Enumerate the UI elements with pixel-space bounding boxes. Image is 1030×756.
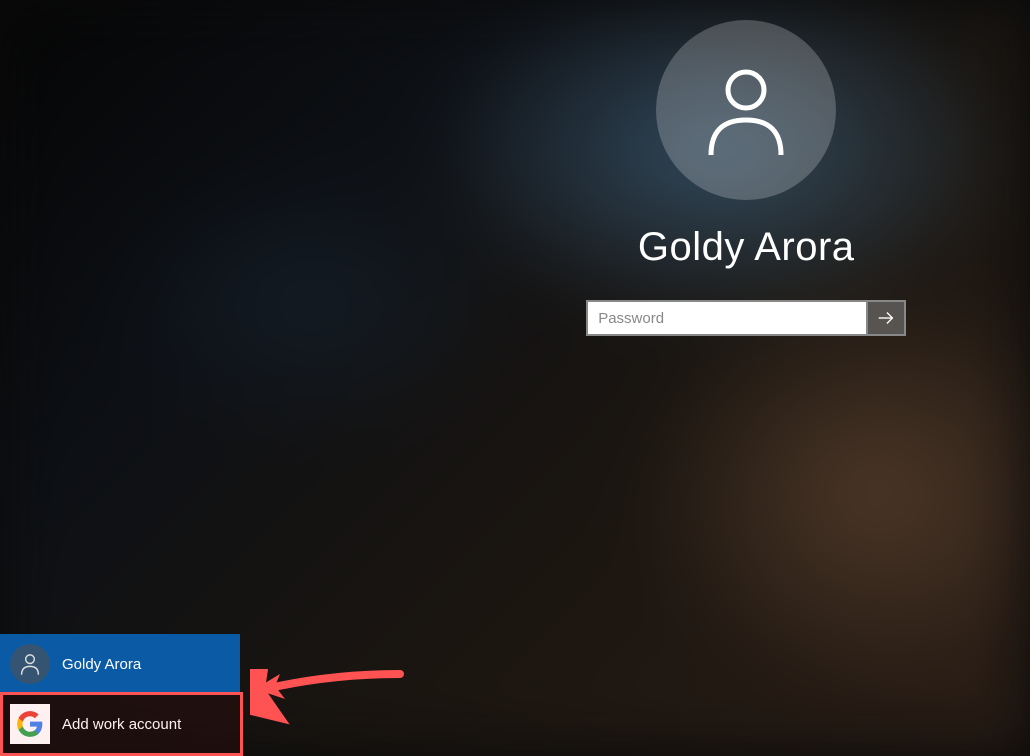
user-avatar-large bbox=[656, 20, 836, 200]
account-label: Add work account bbox=[62, 716, 181, 733]
user-icon bbox=[18, 652, 42, 676]
user-avatar-small bbox=[10, 644, 50, 684]
submit-button[interactable] bbox=[866, 300, 906, 336]
google-icon-container bbox=[10, 704, 50, 744]
username-display: Goldy Arora bbox=[638, 225, 855, 270]
account-item-add-work[interactable]: Add work account bbox=[0, 694, 240, 754]
login-panel: Goldy Arora bbox=[556, 20, 936, 336]
google-icon bbox=[16, 710, 44, 738]
account-switcher: Goldy Arora Add work account bbox=[0, 634, 240, 754]
user-icon bbox=[696, 60, 796, 160]
password-row bbox=[586, 300, 906, 336]
password-input[interactable] bbox=[586, 300, 866, 336]
arrow-right-icon bbox=[875, 307, 897, 329]
account-label: Goldy Arora bbox=[62, 656, 141, 673]
account-item-current-user[interactable]: Goldy Arora bbox=[0, 634, 240, 694]
